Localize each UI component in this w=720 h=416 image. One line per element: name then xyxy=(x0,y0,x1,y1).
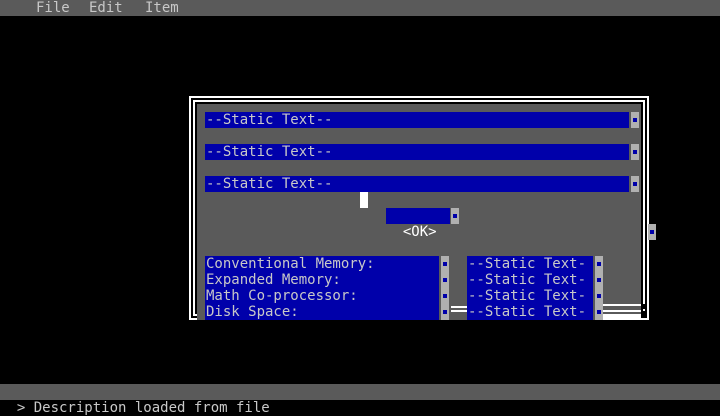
scroll-handle-icon xyxy=(597,294,601,298)
disk-space-value: --Static Text- xyxy=(468,304,587,320)
frame-corner-dot xyxy=(643,309,645,311)
scroll-handle[interactable] xyxy=(595,272,603,288)
handle-icon xyxy=(453,214,457,218)
scroll-handle[interactable] xyxy=(441,304,449,320)
ok-button[interactable]: <OK> xyxy=(386,208,450,240)
scroll-handle[interactable] xyxy=(631,112,639,128)
scroll-handle-icon xyxy=(597,278,601,282)
frame-edge xyxy=(603,310,641,312)
conventional-memory-value: --Static Text- xyxy=(468,256,587,272)
frame-edge xyxy=(603,314,641,320)
status-text: > Description loaded from file xyxy=(16,400,270,416)
frame-edge xyxy=(603,304,641,306)
scroll-handle-icon xyxy=(443,278,447,282)
text-cursor xyxy=(360,192,368,208)
menu-item[interactable]: Item xyxy=(145,0,179,16)
scroll-handle-icon xyxy=(597,310,601,314)
scroll-handle[interactable] xyxy=(595,304,603,320)
scroll-handle-icon xyxy=(633,182,637,186)
menu-edit[interactable]: Edit xyxy=(89,0,123,16)
scroll-handle[interactable] xyxy=(631,144,639,160)
scroll-handle-icon xyxy=(443,310,447,314)
math-coprocessor-value: --Static Text- xyxy=(468,288,587,304)
static-text-label: --Static Text-- xyxy=(206,176,333,192)
scroll-handle[interactable] xyxy=(595,256,603,272)
scroll-handle[interactable] xyxy=(595,288,603,304)
static-text-field-1[interactable]: --Static Text-- xyxy=(205,112,629,128)
conventional-memory-label: Conventional Memory: xyxy=(206,256,375,272)
scroll-handle[interactable] xyxy=(441,288,449,304)
floating-handle[interactable] xyxy=(648,224,656,240)
scroll-handle[interactable] xyxy=(631,176,639,192)
scroll-handle[interactable] xyxy=(441,256,449,272)
frame-edge xyxy=(451,306,467,308)
frame-edge xyxy=(451,310,467,312)
expanded-memory-value: --Static Text- xyxy=(468,272,587,288)
frame-corner xyxy=(641,304,647,318)
handle-icon xyxy=(650,230,654,234)
disk-space-label: Disk Space: xyxy=(206,304,299,320)
expanded-memory-label: Expanded Memory: xyxy=(206,272,341,288)
static-text-field-2[interactable]: --Static Text-- xyxy=(205,144,629,160)
static-text-field-3[interactable]: --Static Text-- xyxy=(205,176,629,192)
ok-button-label: <OK> xyxy=(402,224,437,240)
scroll-handle[interactable] xyxy=(441,272,449,288)
scroll-handle-icon xyxy=(443,262,447,266)
math-coprocessor-label: Math Co-processor: xyxy=(206,288,358,304)
scroll-handle-icon xyxy=(633,150,637,154)
scroll-handle-icon xyxy=(443,294,447,298)
menu-file[interactable]: File xyxy=(36,0,70,16)
scroll-handle-icon xyxy=(597,262,601,266)
scroll-handle-icon xyxy=(633,118,637,122)
static-text-label: --Static Text-- xyxy=(206,112,333,128)
status-bar: > Description loaded from file xyxy=(0,384,720,416)
ok-button-handle[interactable] xyxy=(451,208,459,224)
static-text-label: --Static Text-- xyxy=(206,144,333,160)
